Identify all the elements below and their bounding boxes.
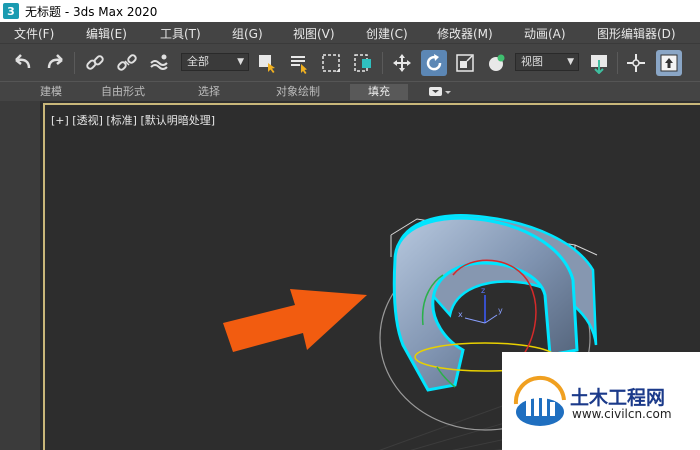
unlink-icon — [117, 54, 137, 71]
menu-create[interactable]: 创建(C) — [366, 25, 408, 42]
select-by-name-button[interactable] — [286, 50, 312, 76]
toolbar-divider — [382, 52, 383, 74]
reference-coord-dropdown[interactable]: 视图 ▼ — [515, 53, 579, 71]
link-icon — [86, 55, 104, 70]
undo-button[interactable] — [10, 50, 36, 76]
tab-populate[interactable]: 填充 — [350, 84, 408, 100]
orange-pointer-arrow — [223, 289, 367, 352]
scale-icon — [456, 54, 474, 72]
select-by-name-icon — [291, 56, 307, 74]
watermark-title: 土木工程网 — [570, 387, 666, 409]
tab-freeform[interactable]: 自由形式 — [90, 84, 156, 100]
civil-logo-icon — [513, 375, 566, 426]
menu-view[interactable]: 视图(V) — [293, 25, 335, 42]
app-logo-icon: 3 — [3, 3, 19, 19]
place-icon — [489, 54, 505, 71]
watermark-logo: 土木工程网 www.civilcn.com — [502, 352, 700, 450]
window-crossing-icon — [354, 54, 371, 72]
redo-icon — [47, 54, 63, 69]
svg-text:y: y — [498, 306, 503, 315]
tab-modeling[interactable]: 建模 — [30, 84, 72, 100]
select-and-rotate-button[interactable] — [421, 50, 447, 76]
link-button[interactable] — [82, 50, 108, 76]
select-and-move-button[interactable] — [389, 50, 415, 76]
window-titlebar: 3 无标题 - 3ds Max 2020 — [0, 0, 700, 22]
tab-selection[interactable]: 选择 — [188, 84, 230, 100]
crosshair-icon — [627, 54, 645, 72]
menu-animation[interactable]: 动画(A) — [524, 25, 566, 42]
toolbar-divider — [74, 52, 75, 74]
ribbon-options-button[interactable] — [428, 86, 452, 98]
selection-filter-value: 全部 — [187, 55, 209, 68]
chevron-down-icon: ▼ — [567, 57, 574, 67]
undo-icon — [15, 54, 31, 69]
shortcut-override-icon — [660, 54, 678, 72]
menu-group[interactable]: 组(G) — [232, 25, 263, 42]
space-warp-icon — [150, 54, 168, 70]
select-manipulate-button[interactable] — [623, 50, 649, 76]
keyboard-shortcut-override-button[interactable] — [656, 50, 682, 76]
move-icon — [393, 54, 411, 72]
rect-selection-icon — [322, 54, 340, 72]
pivot-center-icon — [591, 55, 607, 74]
menu-modifiers[interactable]: 修改器(M) — [437, 25, 493, 42]
select-object-icon — [259, 55, 275, 73]
menu-tools[interactable]: 工具(T) — [160, 25, 201, 42]
left-side-panel — [0, 101, 40, 450]
rotate-icon — [426, 54, 442, 71]
place-button[interactable] — [484, 50, 510, 76]
redo-button[interactable] — [42, 50, 68, 76]
reference-coord-value: 视图 — [521, 55, 543, 68]
viewport-label[interactable]: [+] [透视] [标准] [默认明暗处理] — [51, 112, 215, 128]
unlink-button[interactable] — [114, 50, 140, 76]
menu-edit[interactable]: 编辑(E) — [86, 25, 127, 42]
ribbon-tabs: 建模 自由形式 选择 对象绘制 填充 — [0, 81, 700, 101]
window-title: 无标题 - 3ds Max 2020 — [25, 4, 158, 19]
ribbon-options-icon — [429, 87, 451, 96]
watermark-url: www.civilcn.com — [572, 407, 672, 421]
select-object-button[interactable] — [254, 50, 280, 76]
svg-text:z: z — [481, 286, 485, 295]
menu-graph-editors[interactable]: 图形编辑器(D) — [597, 25, 676, 42]
rectangular-selection-button[interactable] — [318, 50, 344, 76]
window-crossing-button[interactable] — [350, 50, 376, 76]
chevron-down-icon: ▼ — [237, 57, 244, 67]
menu-file[interactable]: 文件(F) — [14, 25, 54, 42]
main-toolbar: 全部 ▼ 视图 ▼ — [0, 43, 700, 81]
pivot-center-button[interactable] — [586, 50, 612, 76]
selection-filter-dropdown[interactable]: 全部 ▼ — [181, 53, 249, 71]
tab-object-paint[interactable]: 对象绘制 — [265, 84, 331, 100]
svg-text:x: x — [458, 310, 463, 319]
select-and-scale-button[interactable] — [452, 50, 478, 76]
toolbar-divider — [617, 52, 618, 74]
menu-bar: 文件(F) 编辑(E) 工具(T) 组(G) 视图(V) 创建(C) 修改器(M… — [0, 22, 700, 43]
bind-space-warp-button[interactable] — [146, 50, 172, 76]
